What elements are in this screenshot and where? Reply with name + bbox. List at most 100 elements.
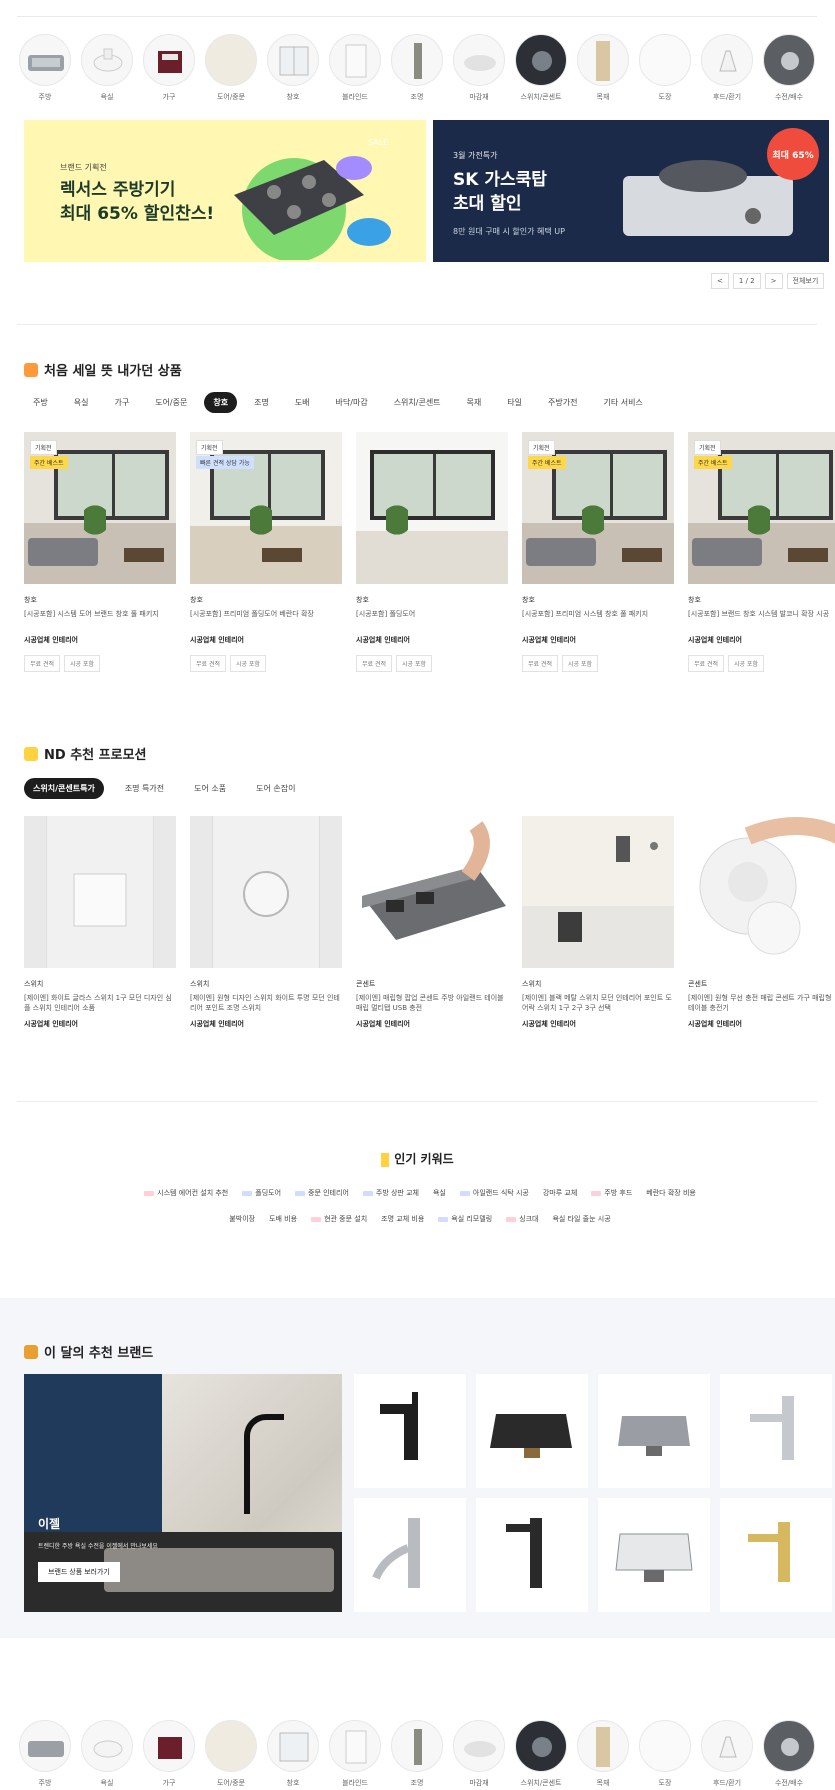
- pager-next-button[interactable]: >: [764, 273, 783, 289]
- keyword-chip[interactable]: 시스템 에어컨 설치 추천: [144, 1188, 228, 1198]
- category-switch[interactable]: 스위치/콘센트: [513, 1720, 569, 1788]
- tab-switch[interactable]: 스위치/콘센트: [385, 392, 450, 413]
- tab-service[interactable]: 기타 서비스: [594, 392, 651, 413]
- brand-products: [354, 1374, 832, 1612]
- blind-icon: [329, 34, 381, 86]
- product-card[interactable]: 콘센트 [제이엔] 매립형 팝업 콘센트 주방 아일랜드 테이블 매립 멀티탭 …: [356, 816, 508, 1029]
- tab-bath[interactable]: 욕실: [65, 392, 98, 413]
- keyword-chip[interactable]: 강마루 교체: [543, 1188, 577, 1198]
- tab-floor[interactable]: 바닥/마감: [327, 392, 377, 413]
- keyword-chip[interactable]: 도배 비용: [269, 1214, 297, 1224]
- tab-door-goods[interactable]: 도어 소품: [185, 778, 235, 799]
- banner-sub: 브랜드 기획전: [60, 163, 107, 172]
- brand-hero[interactable]: 이젤 트렌디한 주방 욕실 수전을 이젤에서 만나보세요 브랜드 상품 보러가기: [24, 1374, 342, 1612]
- product-card[interactable]: 기획전 주간 베스트 창호 [시공포함] 프리미엄 시스템 창호 풀 패키지 시공…: [522, 432, 674, 672]
- tab-tile[interactable]: 타일: [498, 392, 531, 413]
- category-switch[interactable]: 스위치/콘센트: [513, 34, 569, 102]
- category-furniture[interactable]: 가구: [141, 1720, 197, 1788]
- product-thumb[interactable]: [720, 1374, 832, 1488]
- door-icon: [205, 1720, 257, 1772]
- product-thumb[interactable]: [354, 1498, 466, 1612]
- tab-switch-deal[interactable]: 스위치/콘센트특가: [24, 778, 104, 799]
- product-chip: 시공 포함: [64, 655, 100, 672]
- product-seller: 시공업체 인테리어: [688, 636, 742, 644]
- product-card[interactable]: 기획전 빠른 견적 상담 가능 창호 [시공포함] 프리미엄 폴딩도어 베란다 확…: [190, 432, 342, 672]
- product-card[interactable]: 콘센트 [제이엔] 원형 무선 충전 매립 콘센트 가구 매립형 테이블 충전기…: [688, 816, 835, 1029]
- keyword-chip[interactable]: 욕실 리모델링: [438, 1214, 492, 1224]
- product-card[interactable]: 기획전 주간 베스트 창호 [시공포함] 브랜드 창호 시스템 발코니 확장 시공…: [688, 432, 835, 672]
- product-card[interactable]: 스위치 [제이엔] 블랙 메탈 스위치 모던 인테리어 포인트 도어락 스위치 …: [522, 816, 674, 1029]
- banner-sk-cooktop[interactable]: 3월 가전특가 SK 가스쿡탑 초대 할인 8만 원대 구매 시 할인가 혜택 …: [433, 120, 829, 262]
- category-finish[interactable]: 마감재: [451, 34, 507, 102]
- category-faucet[interactable]: 수전/배수: [761, 1720, 817, 1788]
- product-chip: 시공 포함: [562, 655, 598, 672]
- keyword-chip[interactable]: 붙박이장: [229, 1214, 255, 1224]
- hot-tag-icon: [144, 1190, 155, 1196]
- category-blind[interactable]: 블라인드: [327, 34, 383, 102]
- category-bath[interactable]: 욕실: [79, 34, 135, 102]
- tab-door-handle[interactable]: 도어 손잡이: [247, 778, 304, 799]
- tab-furniture[interactable]: 가구: [105, 392, 138, 413]
- brand-shop-button[interactable]: 브랜드 상품 보러가기: [38, 1562, 120, 1582]
- tab-window[interactable]: 창호: [204, 392, 238, 413]
- category-bath[interactable]: 욕실: [79, 1720, 135, 1788]
- hot-tag-icon: [591, 1190, 602, 1196]
- category-kitchen[interactable]: 주방: [17, 34, 73, 102]
- category-hood[interactable]: 후드/환기: [699, 34, 755, 102]
- product-thumb[interactable]: [476, 1374, 588, 1488]
- product-seller: 시공업체 인테리어: [24, 636, 78, 644]
- tab-light[interactable]: 조명: [245, 392, 278, 413]
- keyword-chip[interactable]: 싱크대: [506, 1214, 538, 1224]
- category-finish[interactable]: 마감재: [451, 1720, 507, 1788]
- product-thumb[interactable]: [354, 1374, 466, 1488]
- category-faucet[interactable]: 수전/배수: [761, 34, 817, 102]
- keyword-chip[interactable]: 베란다 확장 비용: [646, 1188, 696, 1198]
- keyword-chip[interactable]: 욕실: [433, 1188, 446, 1198]
- keyword-chip[interactable]: 조명 교체 비용: [381, 1214, 424, 1224]
- tab-door[interactable]: 도어/중문: [146, 392, 196, 413]
- keyword-chip[interactable]: 현관 중문 설치: [311, 1214, 367, 1224]
- product-title: [제이엔] 원형 무선 충전 매립 콘센트 가구 매립형 테이블 충전기: [688, 994, 832, 1012]
- keyword-chip[interactable]: 주방 후드: [591, 1188, 632, 1198]
- tab-kitchen[interactable]: 주방: [24, 392, 57, 413]
- tab-light-deal[interactable]: 조명 특가전: [116, 778, 173, 799]
- category-light[interactable]: 조명: [389, 34, 445, 102]
- category-kitchen[interactable]: 주방: [17, 1720, 73, 1788]
- keyword-chip[interactable]: 폴딩도어: [242, 1188, 281, 1198]
- product-thumb[interactable]: [720, 1498, 832, 1612]
- product-chip: 무료 견적: [522, 655, 558, 672]
- divider: [17, 1101, 817, 1102]
- keyword-chip[interactable]: 욕실 타일 줄눈 시공: [552, 1214, 610, 1224]
- product-card[interactable]: 스위치 [제이엔] 화이트 글라스 스위치 1구 모던 디자인 심플 스위치 인…: [24, 816, 176, 1029]
- category-furniture[interactable]: 가구: [141, 34, 197, 102]
- category-window[interactable]: 창호: [265, 1720, 321, 1788]
- category-door[interactable]: 도어/중문: [203, 1720, 259, 1788]
- product-card[interactable]: 스위치 [제이엔] 원형 디자인 스위치 화이트 투명 모던 인테리어 포인트 …: [190, 816, 342, 1029]
- banner-lexus[interactable]: 브랜드 기획전 렉서스 주방기기 최대 65% 할인찬스! SALE: [24, 120, 426, 262]
- pager-all-button[interactable]: 전체보기: [786, 273, 825, 289]
- product-thumb[interactable]: [598, 1374, 710, 1488]
- window-icon: [267, 34, 319, 86]
- keyword-chip[interactable]: 주방 상판 교체: [362, 1188, 419, 1198]
- product-thumb[interactable]: [476, 1498, 588, 1612]
- keyword-chip[interactable]: 아일랜드 식탁 시공: [459, 1188, 529, 1198]
- category-window[interactable]: 창호: [265, 34, 321, 102]
- tab-wood[interactable]: 목재: [458, 392, 491, 413]
- category-light[interactable]: 조명: [389, 1720, 445, 1788]
- paint-icon: [639, 34, 691, 86]
- tab-wallpaper[interactable]: 도배: [286, 392, 319, 413]
- product-card[interactable]: 기획전 주간 베스트 창호 [시공포함] 시스템 도어 브랜드 창호 풀 패키지 …: [24, 432, 176, 672]
- category-door[interactable]: 도어/중문: [203, 34, 259, 102]
- category-paint[interactable]: 도장: [637, 34, 693, 102]
- category-hood[interactable]: 후드/환기: [699, 1720, 755, 1788]
- tab-appliance[interactable]: 주방가전: [539, 392, 586, 413]
- keyword-chip[interactable]: 중문 인테리어: [295, 1188, 349, 1198]
- category-wood[interactable]: 목재: [575, 34, 631, 102]
- category-blind[interactable]: 블라인드: [327, 1720, 383, 1788]
- pager-prev-button[interactable]: <: [711, 273, 729, 289]
- product-thumb[interactable]: [598, 1498, 710, 1612]
- product-card[interactable]: 창호 [시공포함] 폴딩도어 시공업체 인테리어 무료 견적 시공 포함: [356, 432, 508, 672]
- category-paint[interactable]: 도장: [637, 1720, 693, 1788]
- category-wood[interactable]: 목재: [575, 1720, 631, 1788]
- section-title-brand: 이 달의 추천 브랜드: [24, 1342, 153, 1361]
